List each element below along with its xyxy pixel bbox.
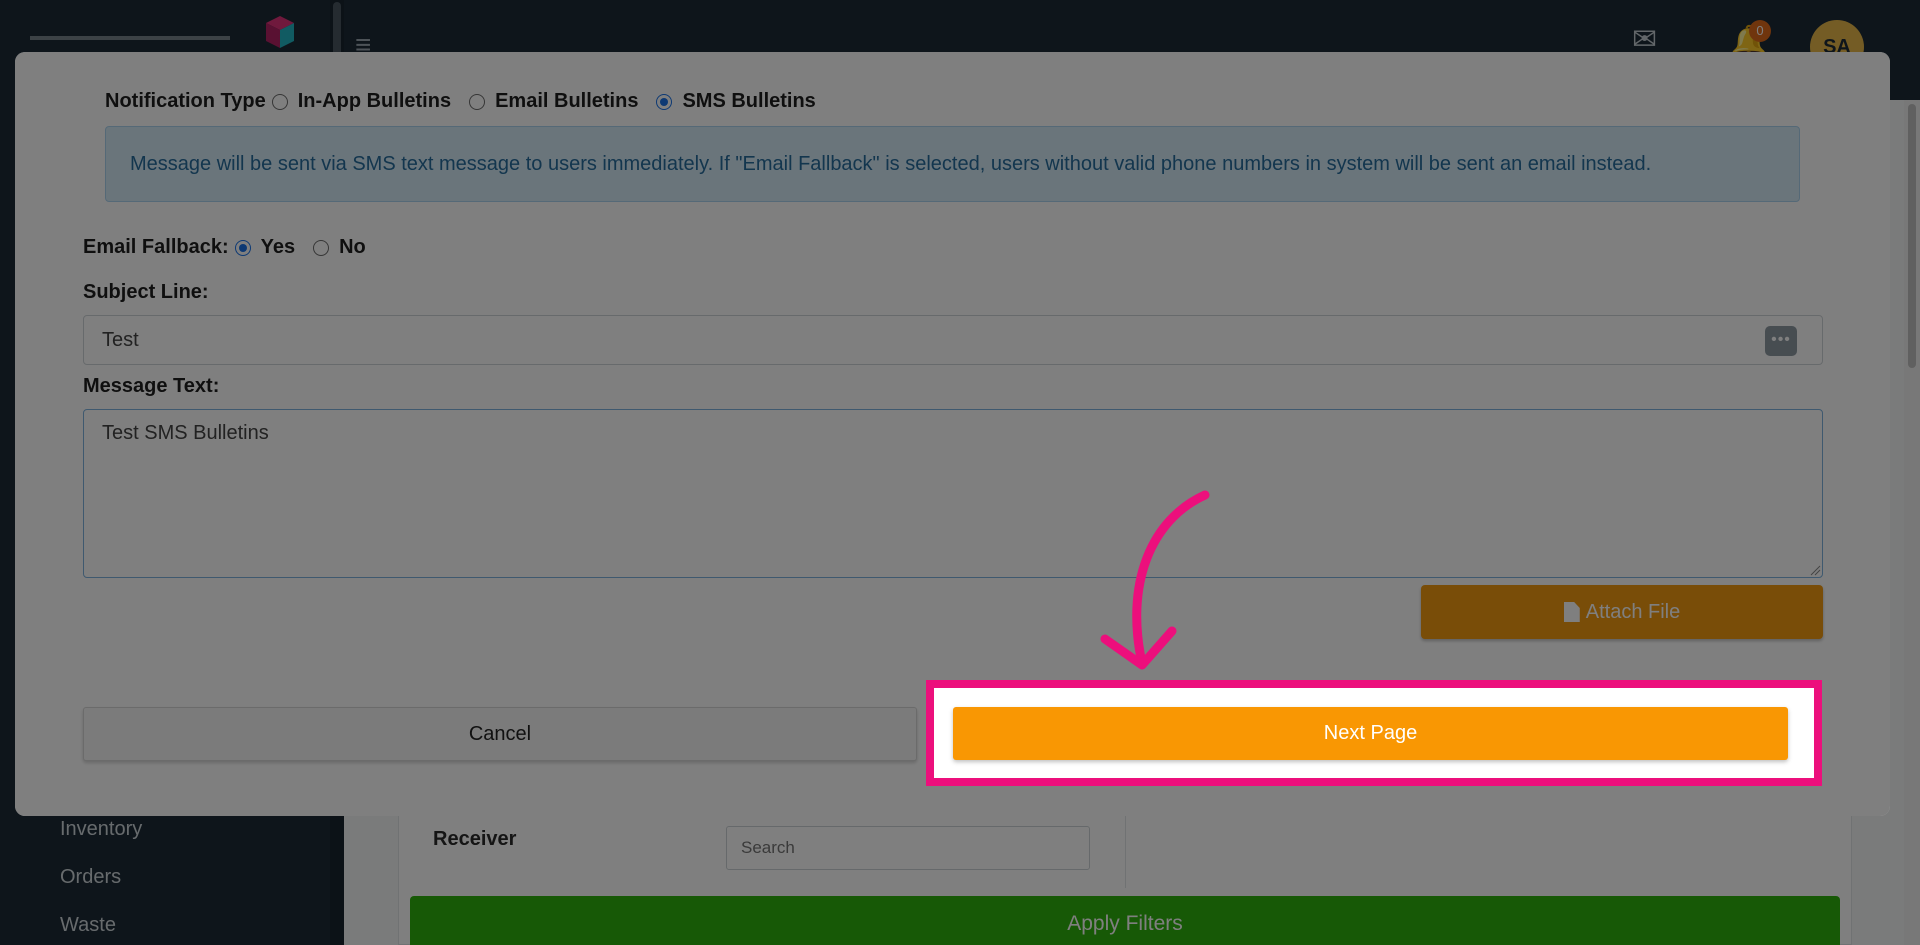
message-text-label: Message Text: <box>83 375 220 397</box>
radio-circle[interactable] <box>656 93 673 110</box>
subject-line-input[interactable] <box>83 315 1823 365</box>
next-page-button[interactable]: Next Page <box>953 707 1788 760</box>
radio-fallback-no[interactable]: No <box>313 236 366 259</box>
notification-type-label: Notification Type <box>105 90 266 112</box>
radio-email-bulletins[interactable]: Email Bulletins <box>469 90 638 113</box>
attach-file-label: Attach File <box>1585 600 1681 623</box>
sms-info-alert: Message will be sent via SMS text messag… <box>105 126 1800 202</box>
radio-label: No <box>339 236 366 258</box>
file-icon <box>1563 602 1580 622</box>
radio-circle[interactable] <box>469 93 486 110</box>
radio-label: Yes <box>260 236 296 258</box>
radio-fallback-yes[interactable]: Yes <box>234 236 296 259</box>
resize-grip-icon[interactable] <box>1809 564 1821 576</box>
radio-label: Email Bulletins <box>495 90 639 112</box>
attach-file-button[interactable]: Attach File <box>1421 585 1823 639</box>
message-text-area[interactable]: Test SMS Bulletins <box>83 409 1823 578</box>
radio-circle[interactable] <box>234 239 251 256</box>
email-fallback-label: Email Fallback: <box>83 236 229 258</box>
info-message: Message will be sent via SMS text messag… <box>130 152 1652 175</box>
cancel-button[interactable]: Cancel <box>83 707 917 761</box>
pointer-arrow-icon <box>1100 490 1210 670</box>
subject-line-label: Subject Line: <box>83 281 209 303</box>
radio-label: SMS Bulletins <box>682 90 816 112</box>
radio-in-app-bulletins[interactable]: In-App Bulletins <box>271 90 452 113</box>
radio-label: In-App Bulletins <box>297 90 452 112</box>
notification-type-row: Notification Type In-App Bulletins Email… <box>105 90 834 113</box>
radio-circle[interactable] <box>313 239 330 256</box>
radio-circle[interactable] <box>271 93 288 110</box>
radio-sms-bulletins[interactable]: SMS Bulletins <box>656 90 816 113</box>
email-fallback-row: Email Fallback: Yes No <box>83 236 384 259</box>
more-options-icon[interactable]: ••• <box>1765 326 1797 356</box>
